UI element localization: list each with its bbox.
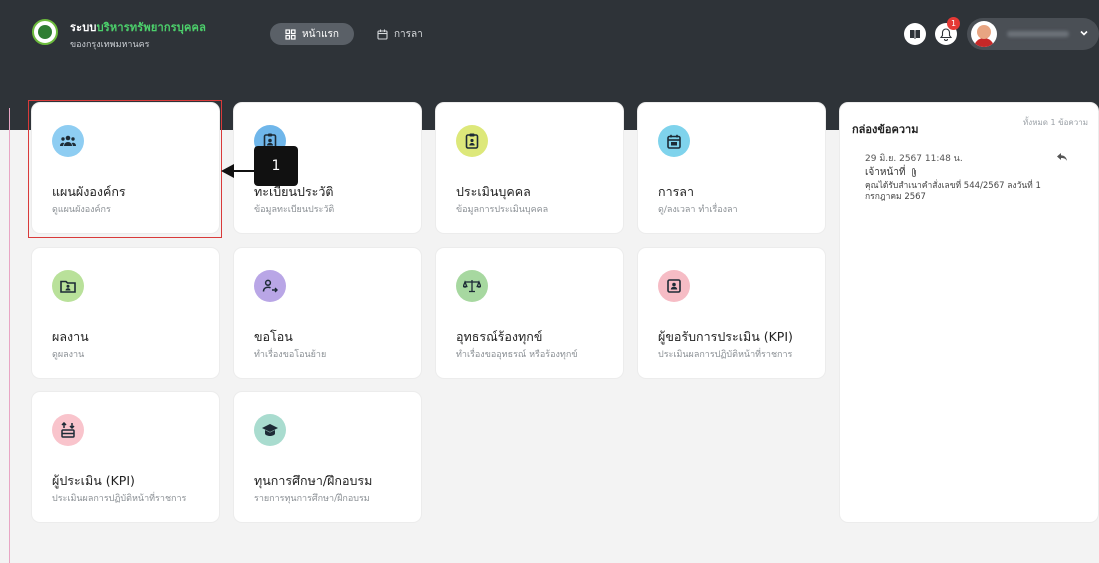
- card-performance[interactable]: ผลงาน ดูผลงาน: [32, 248, 219, 378]
- notification-badge: 1: [947, 17, 960, 30]
- user-menu[interactable]: [967, 18, 1099, 50]
- grid-icon: [285, 28, 296, 40]
- bma-logo[interactable]: [32, 19, 58, 45]
- user-square-icon: [658, 270, 690, 302]
- card-title: ผลงาน: [52, 329, 89, 344]
- graduation-cap-icon: [254, 414, 286, 446]
- card-kpi-appraiser[interactable]: ผู้ประเมิน (KPI) ประเมินผลการปฏิบัติหน้า…: [32, 392, 219, 522]
- card-subtitle: ดู/ลงเวลา ทำเรื่องลา: [658, 205, 738, 215]
- card-subtitle: ดูผลงาน: [52, 350, 85, 360]
- card-subtitle: ประเมินผลการปฏิบัติหน้าที่ราชการ: [658, 350, 793, 360]
- scales-icon: [456, 270, 488, 302]
- inbox-count: ทั้งหมด 1 ข้อความ: [1023, 118, 1088, 127]
- card-subtitle: ประเมินผลการปฏิบัติหน้าที่ราชการ: [52, 494, 187, 504]
- card-subtitle: ข้อมูลการประเมินบุคคล: [456, 205, 549, 215]
- card-title: ผู้ประเมิน (KPI): [52, 473, 135, 488]
- folder-user-icon: [52, 270, 84, 302]
- card-transfer[interactable]: ขอโอน ทำเรื่องขอโอนย้าย: [234, 248, 421, 378]
- card-appeal[interactable]: อุทธรณ์ร้องทุกข์ ทำเรื่องขออุทธรณ์ หรือร…: [436, 248, 623, 378]
- card-evaluation[interactable]: ประเมินบุคคล ข้อมูลการประเมินบุคคล: [436, 103, 623, 233]
- reply-icon[interactable]: [1056, 152, 1068, 162]
- card-kpi-appraisee[interactable]: ผู้ขอรับการประเมิน (KPI) ประเมินผลการปฏิ…: [638, 248, 825, 378]
- clipboard-icon: [456, 125, 488, 157]
- brand-title: ระบบบริหารทรัพยากรบุคคล: [70, 21, 207, 34]
- inbox-panel: กล่องข้อความ ทั้งหมด 1 ข้อความ 29 มิ.ย. …: [840, 103, 1098, 522]
- paperclip-icon: [911, 168, 916, 177]
- card-scholarship[interactable]: ทุนการศึกษา/ฝึกอบรม รายการทุนการศึกษา/ฝึ…: [234, 392, 421, 522]
- card-title: ผู้ขอรับการประเมิน (KPI): [658, 329, 793, 344]
- nav-home-label: หน้าแรก: [302, 28, 339, 40]
- card-subtitle: ข้อมูลทะเบียนประวัติ: [254, 205, 335, 215]
- card-title: การลา: [658, 184, 694, 199]
- card-title: ขอโอน: [254, 329, 293, 344]
- brand: ระบบบริหารทรัพยากรบุคคล ของกรุงเทพมหานคร: [70, 18, 206, 51]
- inbox-title: กล่องข้อความ: [852, 123, 919, 136]
- sort-users-icon: [52, 414, 84, 446]
- highlight-box: [28, 100, 222, 238]
- message-date: 29 มิ.ย. 2567 11:48 น.: [865, 154, 963, 164]
- chevron-down-icon: [1080, 30, 1088, 36]
- user-transfer-icon: [254, 270, 286, 302]
- callout-arrow-line: [232, 170, 255, 172]
- manual-button[interactable]: [904, 23, 926, 45]
- card-title: ประเมินบุคคล: [456, 184, 531, 199]
- username-redacted: [1007, 31, 1069, 37]
- card-title: ทุนการศึกษา/ฝึกอบรม: [254, 473, 373, 488]
- card-subtitle: ทำเรื่องขอโอนย้าย: [254, 350, 327, 360]
- card-subtitle: รายการทุนการศึกษา/ฝึกอบรม: [254, 494, 370, 504]
- brand-subtitle: ของกรุงเทพมหานคร: [70, 40, 150, 50]
- calendar-icon: [658, 125, 690, 157]
- message-sender-label: เจ้าหน้าที่: [865, 167, 906, 178]
- nav-home-button[interactable]: หน้าแรก: [270, 23, 354, 45]
- card-title: อุทธรณ์ร้องทุกข์: [456, 329, 543, 344]
- notification-button[interactable]: 1: [935, 17, 960, 45]
- callout-number: 1: [254, 146, 298, 186]
- avatar: [971, 21, 997, 47]
- book-icon: [910, 30, 920, 39]
- card-subtitle: ทำเรื่องขออุทธรณ์ หรือร้องทุกข์: [456, 350, 578, 360]
- nav-leave-label: การลา: [394, 28, 423, 40]
- calendar-icon: [377, 29, 388, 40]
- card-leave[interactable]: การลา ดู/ลงเวลา ทำเรื่องลา: [638, 103, 825, 233]
- message-body: คุณได้รับสำเนาคำสั่งเลขที่ 544/2567 ลงวั…: [865, 181, 1041, 202]
- message-sender[interactable]: เจ้าหน้าที่: [865, 165, 918, 180]
- nav-leave-button[interactable]: การลา: [377, 23, 423, 45]
- left-border-line: [9, 108, 10, 563]
